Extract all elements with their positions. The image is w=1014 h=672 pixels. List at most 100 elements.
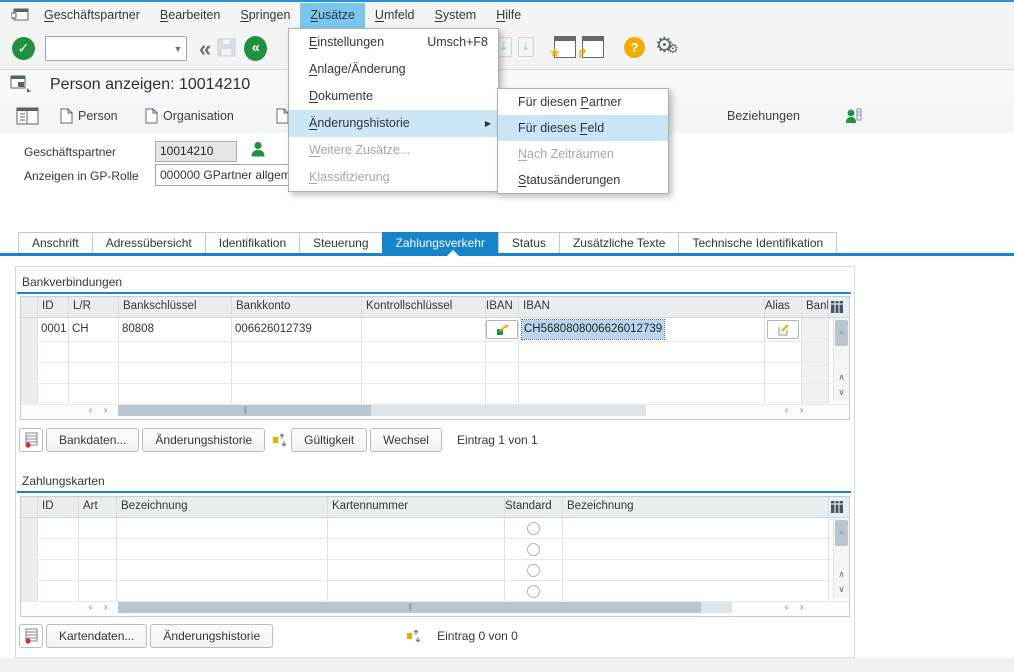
- scroll-right-icon[interactable]: ›: [794, 404, 809, 417]
- table-cell[interactable]: [21, 384, 38, 404]
- menu-hilfe[interactable]: Hilfe: [486, 3, 531, 28]
- scroll-left-icon[interactable]: ‹: [779, 404, 794, 417]
- table-cell[interactable]: [119, 384, 232, 404]
- header-kontrollschluessel[interactable]: Kontrollschlüssel: [362, 297, 486, 317]
- aenderungshistorie-button[interactable]: Änderungshistorie: [150, 624, 273, 648]
- table-cell[interactable]: [505, 560, 563, 580]
- table-cell[interactable]: [486, 363, 519, 383]
- header-kartennummer[interactable]: Kartennummer: [328, 497, 505, 517]
- header-selector[interactable]: [21, 297, 38, 317]
- cell-bankkonto[interactable]: 006626012739: [232, 318, 362, 341]
- cell-bank[interactable]: [802, 318, 829, 341]
- tab-anschrift[interactable]: Anschrift: [18, 232, 92, 255]
- table-cell[interactable]: [563, 518, 829, 538]
- table-cell[interactable]: [117, 581, 328, 601]
- iban-selected-text[interactable]: CH5680808006626012739: [522, 320, 664, 339]
- table-config-icon[interactable]: [829, 497, 844, 517]
- system-menu-icon[interactable]: [8, 7, 32, 23]
- table-cell[interactable]: [486, 342, 519, 362]
- tab-adressuebersicht[interactable]: Adressübersicht: [92, 232, 205, 255]
- sort-columns-icon[interactable]: [406, 628, 421, 644]
- partner-value-field[interactable]: 10014210: [155, 141, 237, 162]
- tab-zusaetzliche-texte[interactable]: Zusätzliche Texte: [559, 232, 679, 255]
- alias-button[interactable]: [767, 320, 799, 339]
- chevron-down-icon[interactable]: ▼: [170, 44, 186, 54]
- scroll-up-icon[interactable]: ∧: [834, 567, 849, 582]
- bankdaten-button[interactable]: Bankdaten...: [46, 428, 139, 452]
- table-cell[interactable]: [79, 518, 117, 538]
- standard-radio[interactable]: [527, 564, 540, 577]
- table-cell[interactable]: [69, 363, 119, 383]
- tab-status[interactable]: Status: [498, 232, 559, 255]
- scroll-down-icon[interactable]: ∨: [834, 582, 849, 597]
- cell-bankschluessel[interactable]: 80808: [119, 318, 232, 341]
- tab-identifikation[interactable]: Identifikation: [205, 232, 299, 255]
- table-config-icon[interactable]: [829, 297, 844, 317]
- delete-row-button[interactable]: [19, 624, 43, 648]
- table-cell[interactable]: [38, 581, 79, 601]
- menu-springen[interactable]: Springen: [230, 3, 300, 28]
- table-cell[interactable]: [21, 581, 38, 601]
- table-cell[interactable]: [21, 342, 38, 362]
- menu-zusaetze[interactable]: Zusätze: [300, 3, 364, 28]
- table-cell[interactable]: [362, 384, 486, 404]
- table-cell[interactable]: [38, 518, 79, 538]
- table-cell[interactable]: [505, 539, 563, 559]
- table-row-empty[interactable]: [21, 363, 849, 384]
- table-cell[interactable]: [505, 581, 563, 601]
- table-cell[interactable]: [21, 560, 38, 580]
- header-bankschluessel[interactable]: Bankschlüssel: [119, 297, 232, 317]
- sort-columns-icon[interactable]: [272, 432, 287, 448]
- header-iban-flag[interactable]: IBAN: [486, 297, 519, 317]
- table-cell[interactable]: [117, 539, 328, 559]
- help-icon[interactable]: ?: [624, 37, 645, 58]
- cell-iban-button[interactable]: [486, 318, 519, 341]
- scrollbar-track[interactable]: |||: [118, 602, 732, 613]
- submenu-item-fuer-dieses-feld[interactable]: Für dieses Feld: [498, 115, 668, 141]
- table-cell[interactable]: [232, 384, 362, 404]
- table-cell[interactable]: [38, 539, 79, 559]
- standard-radio[interactable]: [527, 543, 540, 556]
- menu-item-aenderungshistorie[interactable]: Änderungshistorie ▶: [289, 110, 498, 137]
- table-cell[interactable]: [765, 342, 802, 362]
- header-bankkonto[interactable]: Bankkonto: [232, 297, 362, 317]
- table-cell[interactable]: [519, 363, 765, 383]
- menu-item-anlage-aenderung[interactable]: Anlage/Änderung: [289, 56, 498, 83]
- table-cell[interactable]: [21, 518, 38, 538]
- menu-geschaeftspartner[interactable]: Geschäftspartner: [34, 3, 150, 28]
- submenu-item-statusaenderungen[interactable]: Statusänderungen: [498, 167, 668, 193]
- table-cell[interactable]: [69, 384, 119, 404]
- scroll-left-icon[interactable]: ‹: [83, 404, 98, 417]
- scroll-left-icon[interactable]: ‹: [779, 601, 794, 614]
- table-cell[interactable]: [802, 342, 829, 362]
- table-row-empty[interactable]: [21, 560, 849, 581]
- exit-icon[interactable]: «: [244, 36, 267, 61]
- iban-detail-button[interactable]: [486, 320, 518, 339]
- table-cell[interactable]: [38, 342, 69, 362]
- command-field[interactable]: ▼: [45, 36, 187, 61]
- table-cell[interactable]: [563, 539, 829, 559]
- scroll-right-icon[interactable]: ›: [98, 601, 113, 614]
- tab-technische-identifikation[interactable]: Technische Identifikation: [678, 232, 837, 255]
- table-cell[interactable]: [38, 560, 79, 580]
- relations-button[interactable]: Beziehungen: [727, 100, 800, 132]
- back-icon[interactable]: «: [199, 36, 209, 62]
- table-cell[interactable]: [519, 384, 765, 404]
- locator-icon[interactable]: [16, 100, 40, 132]
- header-lr[interactable]: L/R: [69, 297, 119, 317]
- table-cell[interactable]: [328, 581, 505, 601]
- table-cell[interactable]: [519, 342, 765, 362]
- standard-radio[interactable]: [527, 585, 540, 598]
- table-cell[interactable]: [117, 518, 328, 538]
- table-cell[interactable]: [38, 384, 69, 404]
- table-cell[interactable]: [563, 581, 829, 601]
- table-row-empty[interactable]: [21, 342, 849, 363]
- create-person-button[interactable]: Person: [60, 100, 118, 132]
- cell-id[interactable]: 0001: [38, 318, 69, 341]
- table-row-empty[interactable]: [21, 581, 849, 602]
- command-input[interactable]: [46, 38, 170, 59]
- scroll-down-icon[interactable]: ∨: [834, 385, 849, 400]
- aenderungshistorie-button[interactable]: Änderungshistorie: [142, 428, 265, 452]
- shortcut-icon[interactable]: ↱: [582, 36, 604, 58]
- header-id[interactable]: ID: [38, 297, 69, 317]
